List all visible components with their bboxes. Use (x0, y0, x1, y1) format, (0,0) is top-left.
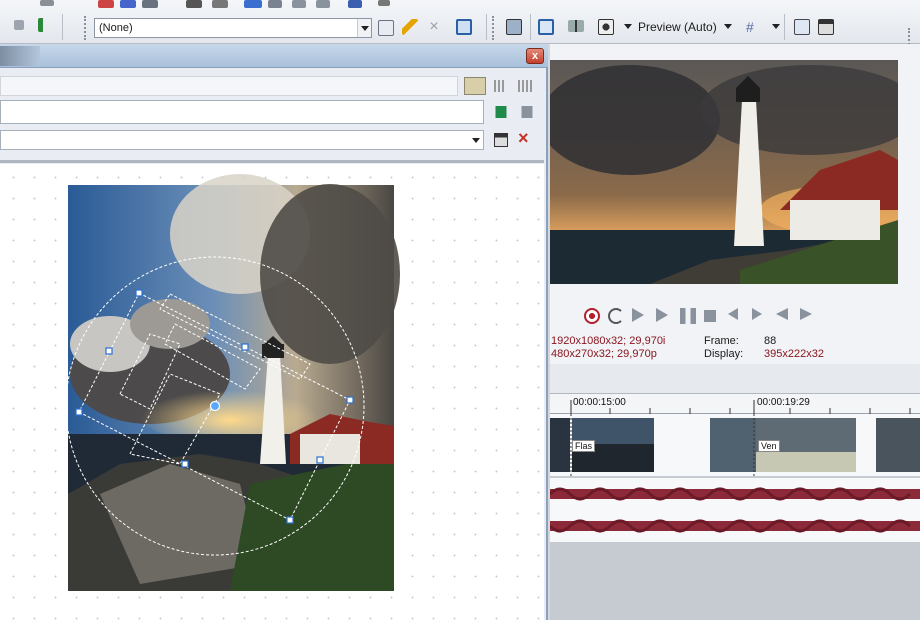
preset-select[interactable]: (None) (94, 18, 372, 38)
ignore-grouping-icon[interactable] (212, 0, 228, 8)
edit-tool-icon[interactable] (98, 0, 114, 8)
save-snapshot-icon[interactable] (818, 19, 834, 35)
crossfade-icon[interactable] (292, 0, 306, 8)
snap-icon[interactable] (244, 0, 262, 8)
preview-quality-label[interactable]: Preview (Auto) (638, 20, 717, 34)
chevron-down-icon[interactable] (772, 24, 780, 29)
preset-select-value: (None) (99, 22, 133, 34)
dialog-title-bar[interactable] (0, 44, 548, 68)
overlay-icon[interactable] (598, 19, 614, 35)
view-list-icon[interactable] (464, 77, 486, 95)
preview-frame-art (550, 60, 898, 284)
project-resolution: 1920x1080x32; 29,970i (551, 335, 666, 347)
delete-icon[interactable]: × (518, 128, 529, 149)
audio-track-left[interactable] (550, 478, 920, 510)
ripple-icon[interactable] (268, 0, 282, 8)
stop-icon[interactable] (704, 310, 716, 322)
auto-crossfade-icon[interactable] (316, 0, 330, 8)
selection-tool-icon[interactable] (142, 0, 158, 8)
dialog-name-field[interactable] (0, 100, 484, 124)
audio-track-right[interactable] (550, 510, 920, 542)
dialog-preset-field[interactable] (0, 76, 458, 96)
view-grid-icon[interactable] (494, 80, 506, 92)
chevron-down-icon[interactable] (624, 24, 632, 29)
loop-icon[interactable] (608, 308, 624, 324)
lighthouse-photo (68, 174, 400, 591)
chevron-down-icon[interactable] (724, 24, 732, 29)
dialog-preset-select[interactable] (0, 130, 484, 150)
save-preset-icon[interactable] (378, 20, 394, 36)
lightning-icon[interactable] (402, 19, 418, 35)
grid-icon[interactable]: # (746, 20, 762, 36)
envelope-tool-icon[interactable] (120, 0, 136, 8)
split-screen-icon[interactable] (568, 20, 584, 32)
play-icon[interactable] (656, 308, 668, 322)
video-clips[interactable] (550, 414, 920, 476)
next-frame-icon[interactable] (800, 308, 812, 320)
video-preview-icon[interactable] (538, 19, 554, 35)
go-to-end-icon[interactable] (752, 308, 762, 320)
preview-resolution: 480x270x32; 29,970p (551, 348, 657, 360)
clip-label-flash: Flas (572, 440, 596, 452)
preview-device-icon[interactable] (506, 19, 522, 35)
display-label: Display: (704, 348, 744, 360)
stop-icon[interactable] (14, 20, 24, 30)
record-icon[interactable] (584, 308, 600, 324)
video-track[interactable]: Flas Ven (550, 414, 920, 476)
chevron-down-icon[interactable] (469, 131, 483, 149)
arrow-icon[interactable] (40, 0, 54, 6)
canvas-separator (0, 160, 544, 163)
display-value: 395x222x32 (764, 348, 824, 360)
add-preset-icon[interactable] (492, 106, 510, 118)
timeline-header (550, 364, 920, 394)
pan-crop-canvas[interactable] (0, 164, 544, 620)
video-preview-frame (550, 60, 898, 284)
help-icon[interactable] (378, 0, 390, 6)
lock-icon[interactable] (186, 0, 202, 8)
play-from-start-icon[interactable] (632, 308, 644, 322)
frame-value: 88 (764, 335, 777, 347)
clip-label-ven: Ven (758, 440, 780, 452)
flag-icon[interactable] (38, 18, 50, 32)
close-icon[interactable]: × (426, 19, 442, 36)
audio-waveform-left (550, 487, 920, 501)
pause-icon[interactable] (680, 308, 696, 324)
save-icon[interactable] (494, 133, 508, 147)
copy-snapshot-icon[interactable] (794, 19, 810, 35)
previous-frame-icon[interactable] (776, 308, 788, 320)
pan-crop-dialog: x × (0, 44, 548, 620)
frame-label: Frame: (704, 335, 739, 347)
timecode-1: 00:00:15:00 (573, 397, 626, 408)
remove-preset-icon[interactable] (518, 106, 536, 118)
link-icon[interactable] (348, 0, 362, 8)
audio-waveform-right (550, 519, 920, 533)
title-bar-blur (0, 46, 40, 66)
canvas-artwork[interactable] (0, 164, 544, 620)
chevron-down-icon[interactable] (357, 19, 371, 37)
dialog-close-button[interactable]: x (526, 48, 544, 64)
monitor-icon[interactable] (456, 19, 472, 35)
view-thumbs-icon[interactable] (518, 80, 534, 92)
go-to-start-icon[interactable] (728, 308, 738, 320)
main-toolbar: (None) × Preview (Auto) # (0, 0, 920, 76)
timecode-2: 00:00:19:29 (757, 397, 810, 408)
